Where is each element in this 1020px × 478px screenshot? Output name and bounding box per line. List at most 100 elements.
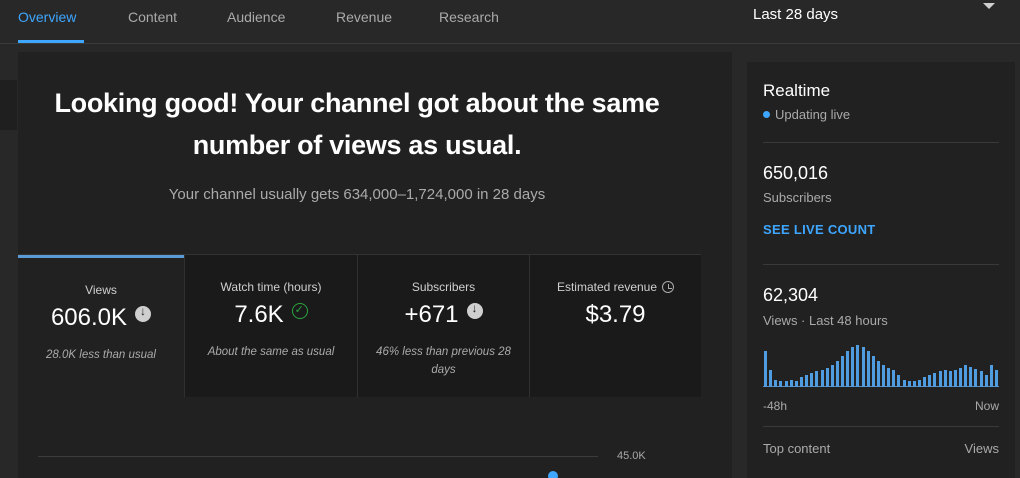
chevron-down-icon[interactable]: [983, 3, 995, 9]
realtime-bar[interactable]: [789, 379, 793, 387]
realtime-bar[interactable]: [892, 370, 896, 387]
top-tabs: Overview Content Audience Revenue Resear…: [0, 0, 1020, 44]
realtime-bar[interactable]: [805, 375, 809, 387]
realtime-bar[interactable]: [866, 351, 870, 387]
realtime-subscriber-count: 650,016: [763, 163, 829, 183]
realtime-bar[interactable]: [943, 370, 947, 387]
realtime-bar[interactable]: [959, 367, 963, 387]
realtime-bar[interactable]: [969, 366, 973, 387]
realtime-bar[interactable]: [835, 360, 839, 387]
realtime-bar[interactable]: [928, 375, 932, 387]
realtime-bar[interactable]: [825, 367, 829, 387]
metric-note: About the same as usual: [207, 346, 335, 358]
clock-icon[interactable]: [662, 281, 675, 293]
realtime-status: Updating live: [763, 107, 850, 122]
metric-label-row: Estimated revenue: [530, 280, 701, 294]
realtime-views-bar-chart[interactable]: [763, 342, 999, 387]
arrow-down-icon: [466, 301, 483, 319]
check-icon: [291, 303, 308, 319]
metric-value-row: +671: [358, 301, 529, 329]
realtime-bar[interactable]: [984, 375, 988, 387]
bar-chart-start-label: -48h: [763, 399, 788, 413]
realtime-bar[interactable]: [871, 355, 875, 387]
metric-note: 46% less than previous 28 days: [376, 346, 511, 376]
chart-gridline: [38, 456, 598, 457]
realtime-bar[interactable]: [841, 355, 845, 387]
realtime-bar[interactable]: [851, 347, 855, 387]
divider: [763, 264, 999, 265]
metric-label: Views: [85, 283, 117, 297]
headline-line-1: Looking good! Your channel got about the…: [54, 88, 660, 118]
divider: [763, 426, 999, 427]
realtime-bar[interactable]: [810, 372, 814, 387]
tab-research[interactable]: Research: [439, 9, 499, 25]
realtime-bar[interactable]: [923, 377, 927, 387]
realtime-bar[interactable]: [974, 369, 978, 387]
divider: [763, 142, 999, 143]
metric-label: Subscribers: [411, 280, 476, 294]
realtime-bar[interactable]: [933, 372, 937, 387]
arrow-down-icon: [135, 304, 152, 322]
tab-overview[interactable]: Overview: [18, 9, 76, 25]
realtime-bar[interactable]: [882, 365, 886, 387]
realtime-bar[interactable]: [769, 370, 773, 387]
realtime-bar[interactable]: [979, 371, 983, 387]
metric-label: Watch time (hours): [220, 280, 322, 294]
metric-tile-views[interactable]: Views 606.0K 28.0K less than usual: [18, 255, 184, 397]
realtime-bar[interactable]: [902, 379, 906, 387]
realtime-bar[interactable]: [820, 370, 824, 387]
metric-tile-revenue[interactable]: Estimated revenue $3.79: [529, 255, 701, 397]
realtime-bar[interactable]: [846, 351, 850, 387]
realtime-bar[interactable]: [799, 377, 803, 387]
realtime-bar[interactable]: [764, 351, 768, 387]
metric-value: 7.6K: [234, 301, 284, 328]
chart-point-marker[interactable]: [548, 471, 558, 478]
realtime-views-label: Views · Last 48 hours: [763, 313, 888, 328]
realtime-bar[interactable]: [861, 347, 865, 387]
realtime-bar[interactable]: [917, 379, 921, 387]
metric-note: 28.0K less than usual: [46, 349, 156, 361]
realtime-bar[interactable]: [830, 365, 834, 387]
chart-y-max-label: 45.0K: [617, 450, 646, 462]
realtime-bar[interactable]: [912, 381, 916, 387]
top-content-views-header: Views: [964, 441, 999, 456]
realtime-bar[interactable]: [994, 370, 998, 387]
realtime-bar[interactable]: [856, 345, 860, 387]
realtime-bar[interactable]: [948, 371, 952, 387]
metric-value: $3.79: [585, 301, 646, 328]
realtime-bar[interactable]: [784, 381, 788, 387]
date-range-selector[interactable]: Last 28 days: [753, 6, 838, 23]
realtime-bar[interactable]: [989, 365, 993, 387]
realtime-bar[interactable]: [897, 375, 901, 387]
metric-tile-subscribers[interactable]: Subscribers +671 46% less than previous …: [357, 255, 529, 397]
see-live-count-link[interactable]: SEE LIVE COUNT: [763, 222, 876, 237]
realtime-bar[interactable]: [815, 371, 819, 387]
realtime-bar[interactable]: [876, 360, 880, 387]
realtime-bar[interactable]: [887, 367, 891, 387]
realtime-card: Realtime Updating live 650,016 Subscribe…: [747, 62, 1015, 478]
realtime-views-count: 62,304: [763, 285, 819, 305]
metric-label: Estimated revenue: [556, 280, 658, 294]
realtime-bar[interactable]: [938, 371, 942, 387]
realtime-title: Realtime: [763, 81, 831, 100]
top-content-label: Top content: [763, 441, 831, 456]
active-tab-indicator: [18, 40, 84, 43]
bar-chart-end-label: Now: [974, 399, 999, 413]
realtime-bar[interactable]: [774, 379, 778, 387]
realtime-bar[interactable]: [779, 381, 783, 387]
tab-audience[interactable]: Audience: [227, 9, 285, 25]
metric-value: +671: [404, 301, 459, 328]
live-dot-icon: [763, 111, 770, 118]
realtime-bar[interactable]: [953, 370, 957, 387]
metric-tiles: Views 606.0K 28.0K less than usual Watch…: [18, 254, 701, 397]
realtime-status-text: Updating live: [775, 107, 851, 122]
realtime-bar[interactable]: [794, 381, 798, 387]
metric-value-row: 7.6K: [185, 301, 357, 329]
metric-tile-watch-time[interactable]: Watch time (hours) 7.6K About the same a…: [184, 255, 357, 397]
realtime-subscriber-label: Subscribers: [763, 190, 832, 205]
realtime-bar[interactable]: [907, 381, 911, 387]
realtime-bar[interactable]: [964, 365, 968, 387]
tab-content[interactable]: Content: [128, 9, 177, 25]
metric-value-row: 606.0K: [18, 304, 184, 332]
tab-revenue[interactable]: Revenue: [336, 9, 392, 25]
